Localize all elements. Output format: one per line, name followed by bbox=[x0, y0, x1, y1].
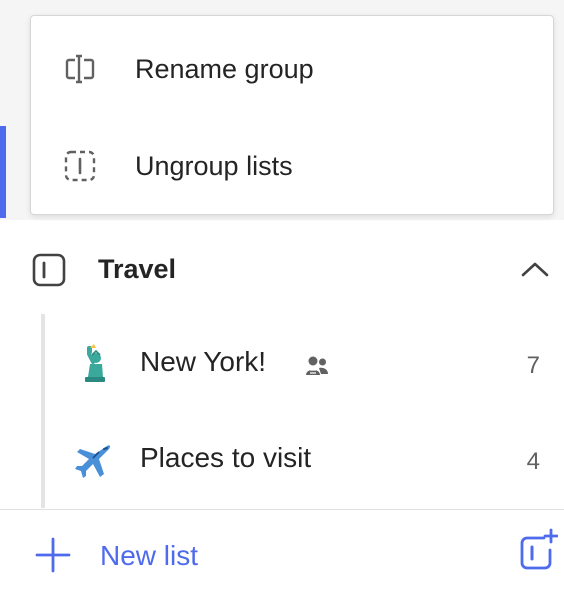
add-group-icon[interactable] bbox=[518, 528, 558, 572]
new-list-button[interactable]: New list bbox=[34, 532, 274, 576]
chevron-up-icon[interactable] bbox=[518, 254, 552, 284]
statue-of-liberty-icon bbox=[85, 344, 105, 382]
shared-people-icon bbox=[306, 356, 328, 375]
list-item-label: New York! bbox=[140, 346, 267, 377]
new-list-label: New list bbox=[100, 540, 199, 571]
airplane-icon bbox=[75, 445, 111, 478]
task-count: 4 bbox=[526, 448, 540, 475]
rename-group-icon bbox=[65, 54, 95, 84]
ungroup-lists-icon bbox=[64, 150, 96, 182]
group-tree-line bbox=[41, 314, 45, 508]
menu-item-label: Ungroup lists bbox=[135, 150, 293, 181]
menu-item-rename-group[interactable]: Rename group bbox=[31, 21, 553, 117]
plus-icon bbox=[35, 537, 71, 573]
group-context-menu: Rename group Ungroup lists bbox=[30, 15, 554, 215]
group-icon bbox=[32, 253, 66, 287]
list-item-new-york[interactable]: New York! 7 bbox=[46, 318, 564, 410]
task-count: 7 bbox=[526, 352, 540, 379]
selected-item-indicator bbox=[0, 126, 6, 218]
list-item-label: Places to visit bbox=[140, 442, 312, 473]
group-header-travel[interactable]: Travel bbox=[0, 238, 564, 300]
sidebar-footer: New list bbox=[0, 510, 564, 595]
group-title: Travel bbox=[98, 254, 177, 284]
menu-item-ungroup-lists[interactable]: Ungroup lists bbox=[31, 118, 553, 214]
menu-item-label: Rename group bbox=[135, 53, 314, 84]
list-item-places-to-visit[interactable]: Places to visit 4 bbox=[46, 414, 564, 506]
